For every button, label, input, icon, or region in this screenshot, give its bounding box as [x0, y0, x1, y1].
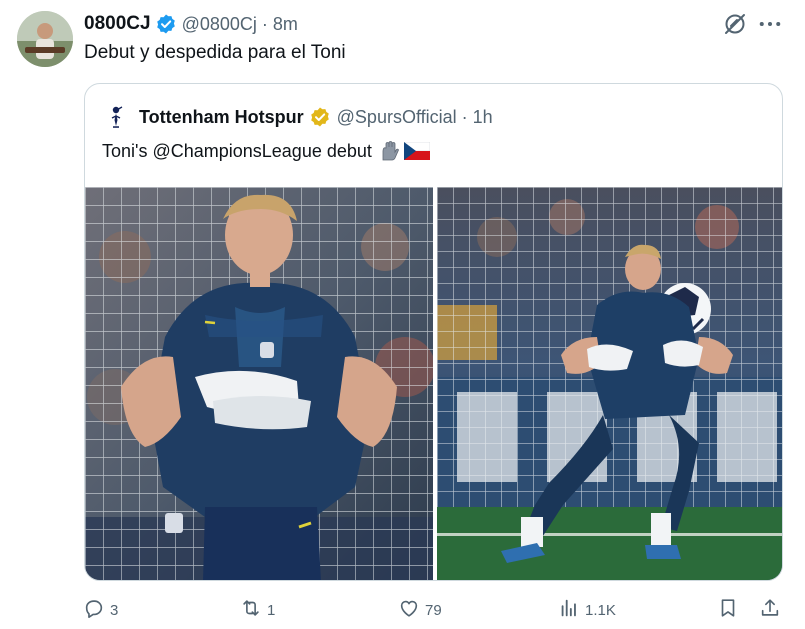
tweet[interactable]: 0800CJ @0800Cj · 8m Debut y despedida pa… [0, 0, 805, 629]
views-count: 1.1K [585, 601, 616, 619]
more-icon[interactable] [756, 11, 784, 37]
like-count: 79 [425, 601, 442, 619]
separator-dot: · [261, 13, 268, 34]
verified-badge-icon [155, 13, 177, 35]
quoted-tweet-text-line: Toni's @ChampionsLeague debut [102, 140, 430, 162]
quoted-author-handle[interactable]: @SpursOfficial [337, 107, 457, 128]
retweet-button[interactable]: 1 [240, 596, 275, 624]
tweet-time[interactable]: 8m [273, 14, 298, 35]
media-grid [85, 187, 782, 580]
quoted-tweet[interactable]: Tottenham Hotspur @SpursOfficial · 1h To… [84, 83, 783, 581]
quoted-tweet-text: Toni's @ChampionsLeague debut [102, 140, 372, 161]
heart-icon [398, 597, 420, 623]
bookmark-button[interactable] [717, 596, 739, 624]
reply-icon [83, 597, 105, 623]
views-icon [558, 597, 580, 623]
glove-emoji-icon [378, 140, 400, 162]
author-handle[interactable]: @0800Cj [182, 14, 257, 35]
quoted-author-display-name[interactable]: Tottenham Hotspur [139, 107, 304, 128]
separator-dot: · [461, 106, 468, 127]
czech-flag-emoji-icon [403, 142, 430, 160]
share-icon [759, 597, 781, 623]
like-button[interactable]: 79 [398, 596, 442, 624]
quoted-tweet-time[interactable]: 1h [473, 107, 493, 128]
tweet-text: Debut y despedida para el Toni [84, 42, 346, 63]
author-display-name[interactable]: 0800CJ [84, 13, 151, 35]
action-bar: 3 1 79 1.1K [80, 596, 790, 624]
verified-gold-badge-icon [309, 106, 331, 128]
grok-icon[interactable] [722, 11, 748, 37]
bookmark-icon [717, 597, 739, 623]
media-photo[interactable] [437, 187, 782, 580]
media-photo[interactable] [85, 187, 433, 580]
quoted-tweet-header: Tottenham Hotspur @SpursOfficial · 1h [103, 104, 493, 130]
avatar[interactable] [17, 11, 73, 67]
spurs-logo-icon[interactable] [103, 104, 129, 130]
share-button[interactable] [759, 596, 781, 624]
reply-button[interactable]: 3 [83, 596, 118, 624]
tweet-header: 0800CJ @0800Cj · 8m [84, 12, 298, 36]
retweet-count: 1 [267, 601, 276, 619]
views-button[interactable]: 1.1K [558, 596, 616, 624]
reply-count: 3 [110, 601, 119, 619]
retweet-icon [240, 597, 262, 623]
